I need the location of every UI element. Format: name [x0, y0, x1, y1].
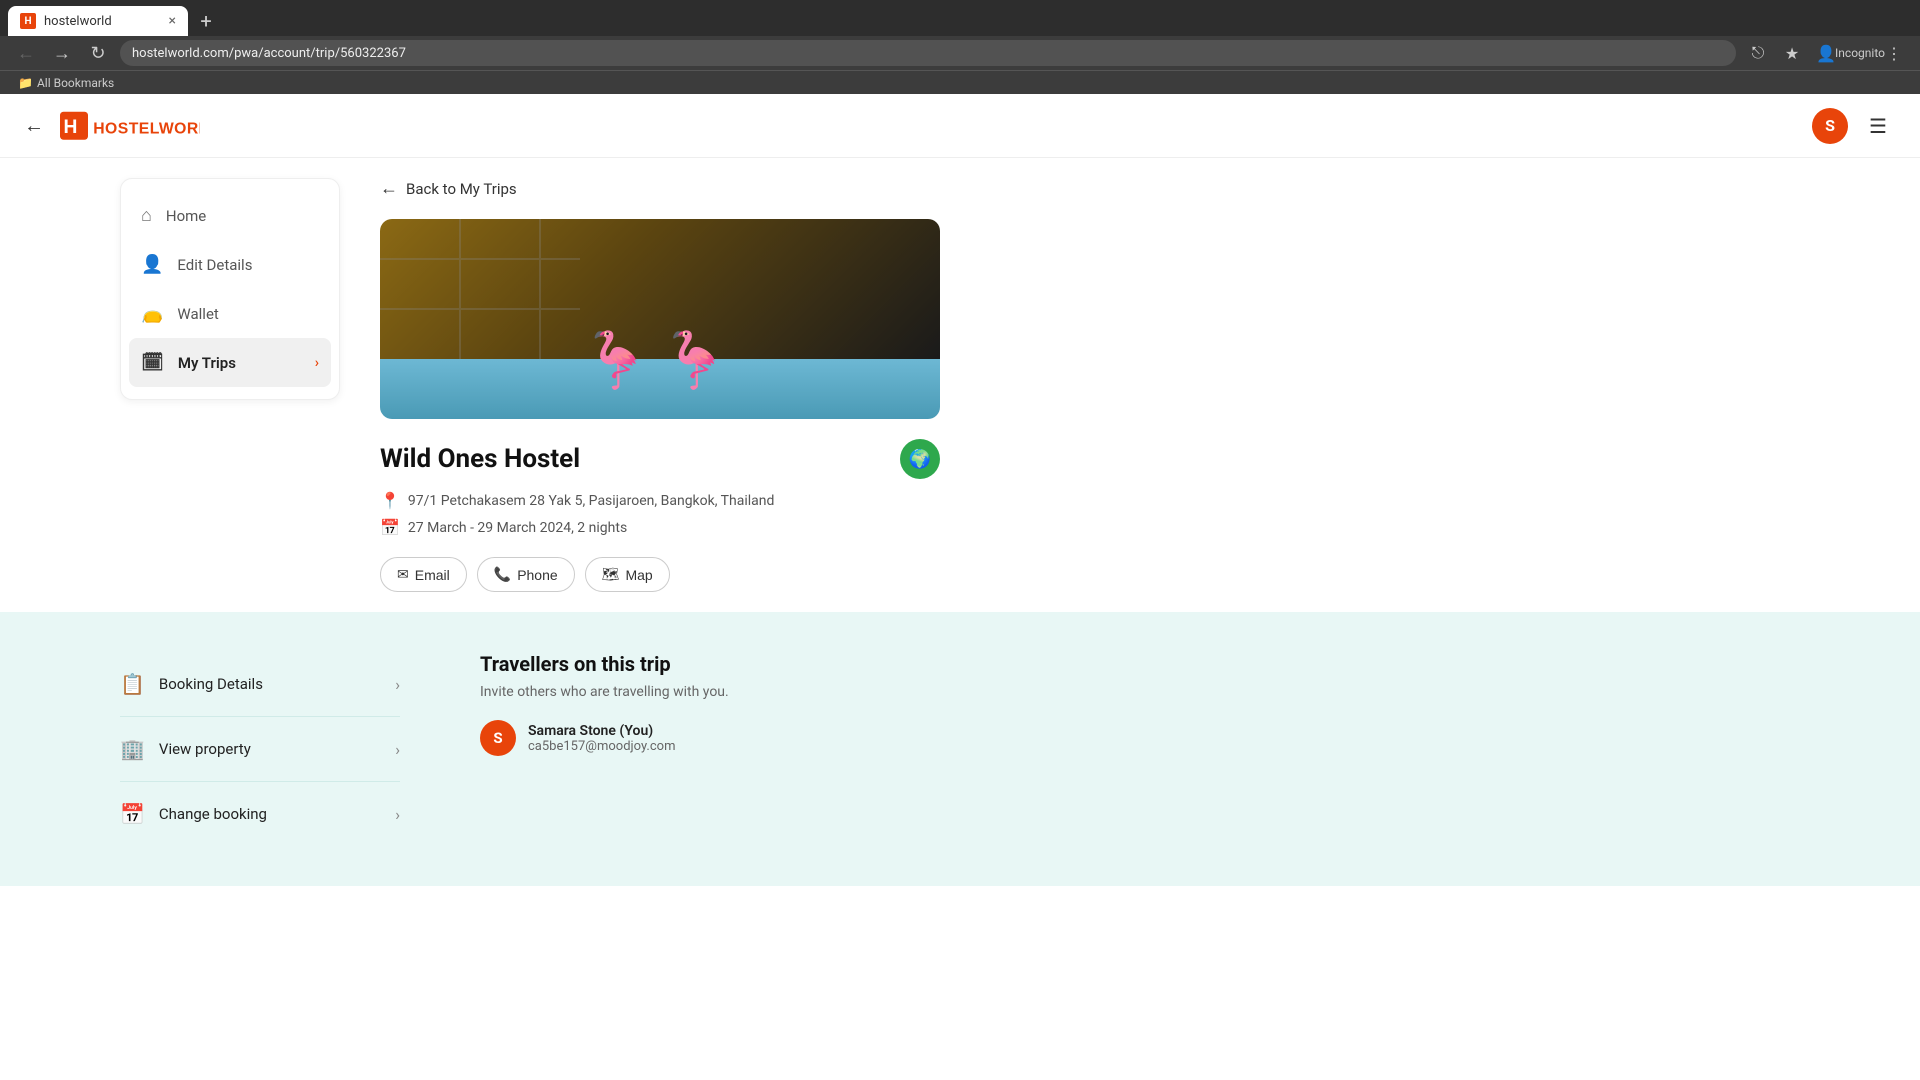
view-property-chevron: › [395, 740, 400, 759]
travellers-section: Travellers on this trip Invite others wh… [480, 652, 860, 846]
change-booking-label: Change booking [159, 805, 267, 823]
back-nav-button[interactable]: ← [12, 39, 40, 67]
site-logo[interactable]: H HOSTELWORLD [60, 110, 200, 142]
view-property-left: 🏢 View property [120, 737, 251, 761]
browser-tab-active[interactable]: H hostelworld × [8, 6, 188, 36]
email-icon: ✉ [397, 566, 409, 583]
action-list: 📋 Booking Details › 🏢 View property › 📅 … [120, 652, 400, 846]
travellers-desc: Invite others who are travelling with yo… [480, 684, 860, 700]
location-icon: 📍 [380, 491, 400, 510]
view-property-icon: 🏢 [120, 737, 145, 761]
user-avatar[interactable]: S [1812, 108, 1848, 144]
traveller-name: Samara Stone (You) [528, 723, 675, 739]
sidebar-item-edit-label: Edit Details [177, 256, 252, 274]
header-back-button[interactable]: ← [24, 113, 44, 138]
phone-label: Phone [517, 567, 557, 583]
hostel-badge: 🌍 [900, 439, 940, 479]
map-icon: 🗺 [602, 566, 620, 583]
refresh-nav-button[interactable]: ↻ [84, 39, 112, 67]
browser-toolbar: ← → ↻ hostelworld.com/pwa/account/trip/5… [0, 36, 1920, 70]
booking-details-icon: 📋 [120, 672, 145, 696]
bookmarks-bar: 📁 All Bookmarks [0, 70, 1920, 94]
main-content: ⌂ Home 👤 Edit Details 👝 Wallet 🗓 My Trip… [0, 158, 1920, 612]
wallet-icon: 👝 [141, 303, 163, 324]
new-tab-button[interactable]: + [188, 6, 224, 36]
traveller-item: S Samara Stone (You) ca5be157@moodjoy.co… [480, 720, 860, 756]
change-booking-icon: 📅 [120, 802, 145, 826]
contact-buttons: ✉ Email 📞 Phone 🗺 Map [380, 557, 940, 592]
booking-details-left: 📋 Booking Details [120, 672, 263, 696]
bottom-section: 📋 Booking Details › 🏢 View property › 📅 … [0, 612, 1920, 886]
incognito-label: Incognito [1846, 39, 1874, 67]
sidebar-item-edit-details[interactable]: 👤 Edit Details [121, 240, 339, 289]
chevron-right-icon: › [315, 355, 319, 371]
traveller-info: Samara Stone (You) ca5be157@moodjoy.com [528, 723, 675, 754]
address-bar[interactable]: hostelworld.com/pwa/account/trip/5603223… [120, 40, 1736, 66]
bookmark-icon[interactable]: ★ [1778, 39, 1806, 67]
extensions-icon[interactable]: ⋮ [1880, 39, 1908, 67]
dates-icon: 📅 [380, 518, 400, 537]
map-label: Map [625, 567, 652, 583]
hostel-name: Wild Ones Hostel [380, 444, 580, 474]
booking-details-label: Booking Details [159, 675, 263, 693]
tab-favicon: H [20, 13, 36, 29]
sidebar: ⌂ Home 👤 Edit Details 👝 Wallet 🗓 My Trip… [120, 178, 340, 400]
sidebar-item-wallet-label: Wallet [177, 305, 218, 323]
view-property-item[interactable]: 🏢 View property › [120, 717, 400, 782]
sidebar-item-home-label: Home [166, 207, 206, 225]
structure-overlay [380, 219, 940, 419]
calendar-icon: 🗓 [141, 352, 164, 373]
hostel-address: 97/1 Petchakasem 28 Yak 5, Pasijaroen, B… [408, 493, 775, 509]
sidebar-item-my-trips[interactable]: 🗓 My Trips › [129, 338, 331, 387]
hostelworld-badge-icon: 🌍 [909, 449, 931, 470]
sidebar-item-wallet[interactable]: 👝 Wallet [121, 289, 339, 338]
url-text: hostelworld.com/pwa/account/trip/5603223… [132, 46, 406, 61]
home-icon: ⌂ [141, 205, 152, 226]
sidebar-item-trips-label: My Trips [178, 354, 236, 372]
browser-actions: ⎋ ★ 👤 Incognito ⋮ [1744, 39, 1908, 67]
change-booking-left: 📅 Change booking [120, 802, 267, 826]
back-to-trips-label: Back to My Trips [406, 180, 517, 198]
cast-icon[interactable]: ⎋ [1744, 39, 1772, 67]
view-property-label: View property [159, 740, 251, 758]
svg-text:HOSTELWORLD: HOSTELWORLD [93, 120, 200, 137]
traveller-email: ca5be157@moodjoy.com [528, 739, 675, 754]
all-bookmarks[interactable]: 📁 All Bookmarks [12, 76, 120, 90]
browser-chrome: H hostelworld × + ← → ↻ hostelworld.com/… [0, 0, 1920, 70]
phone-button[interactable]: 📞 Phone [477, 557, 575, 592]
browser-tabs: H hostelworld × + [0, 0, 1920, 36]
header-right: S ☰ [1812, 108, 1896, 144]
menu-button[interactable]: ☰ [1860, 108, 1896, 144]
email-button[interactable]: ✉ Email [380, 557, 467, 592]
trip-content: ← Back to My Trips 🦩 🦩 W [380, 178, 940, 592]
site-header: ← H HOSTELWORLD S ☰ [0, 94, 1920, 158]
traveller-avatar: S [480, 720, 516, 756]
address-row: 📍 97/1 Petchakasem 28 Yak 5, Pasijaroen,… [380, 491, 940, 510]
logo-svg: H HOSTELWORLD [60, 110, 200, 142]
svg-text:H: H [64, 117, 78, 138]
change-booking-item[interactable]: 📅 Change booking › [120, 782, 400, 846]
tab-close-button[interactable]: × [169, 13, 176, 29]
map-button[interactable]: 🗺 Map [585, 557, 670, 592]
email-label: Email [415, 567, 450, 583]
booking-details-item[interactable]: 📋 Booking Details › [120, 652, 400, 717]
hostel-dates: 27 March - 29 March 2024, 2 nights [408, 520, 627, 536]
tab-title: hostelworld [44, 14, 161, 29]
dates-row: 📅 27 March - 29 March 2024, 2 nights [380, 518, 940, 537]
hostel-title-row: Wild Ones Hostel 🌍 [380, 439, 940, 479]
booking-details-chevron: › [395, 675, 400, 694]
back-to-trips-link[interactable]: ← Back to My Trips [380, 178, 940, 199]
forward-nav-button[interactable]: → [48, 39, 76, 67]
change-booking-chevron: › [395, 805, 400, 824]
hostel-image: 🦩 🦩 [380, 219, 940, 419]
travellers-title: Travellers on this trip [480, 652, 860, 676]
person-icon: 👤 [141, 254, 163, 275]
hostel-info: 📍 97/1 Petchakasem 28 Yak 5, Pasijaroen,… [380, 491, 940, 537]
folder-icon: 📁 [18, 76, 33, 90]
app: ← H HOSTELWORLD S ☰ ⌂ Home 👤 Edit Detail… [0, 94, 1920, 1074]
back-arrow-icon: ← [380, 178, 398, 199]
sidebar-item-home[interactable]: ⌂ Home [121, 191, 339, 240]
phone-icon: 📞 [494, 566, 511, 583]
